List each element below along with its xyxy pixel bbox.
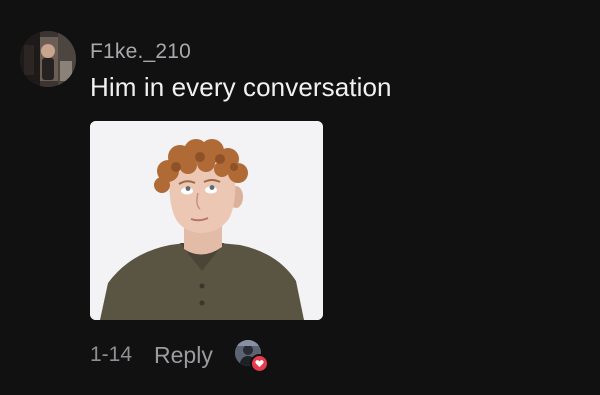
heart-icon [249,354,269,373]
gif-image [90,121,323,320]
comment-timestamp: 1-14 [90,343,133,366]
comment-text: Him in every conversation [90,72,392,102]
user-avatar[interactable] [20,31,76,87]
comment-username[interactable]: F1ke._210 [90,40,191,64]
avatar-image [20,31,76,87]
comment-actions: 1-14 Reply [90,338,269,373]
comment-item: F1ke._210 Him in every conversation 1-14… [0,0,600,395]
reply-button[interactable]: Reply [154,342,213,369]
comment-gif[interactable] [90,121,323,320]
creator-liked-indicator [233,338,269,373]
